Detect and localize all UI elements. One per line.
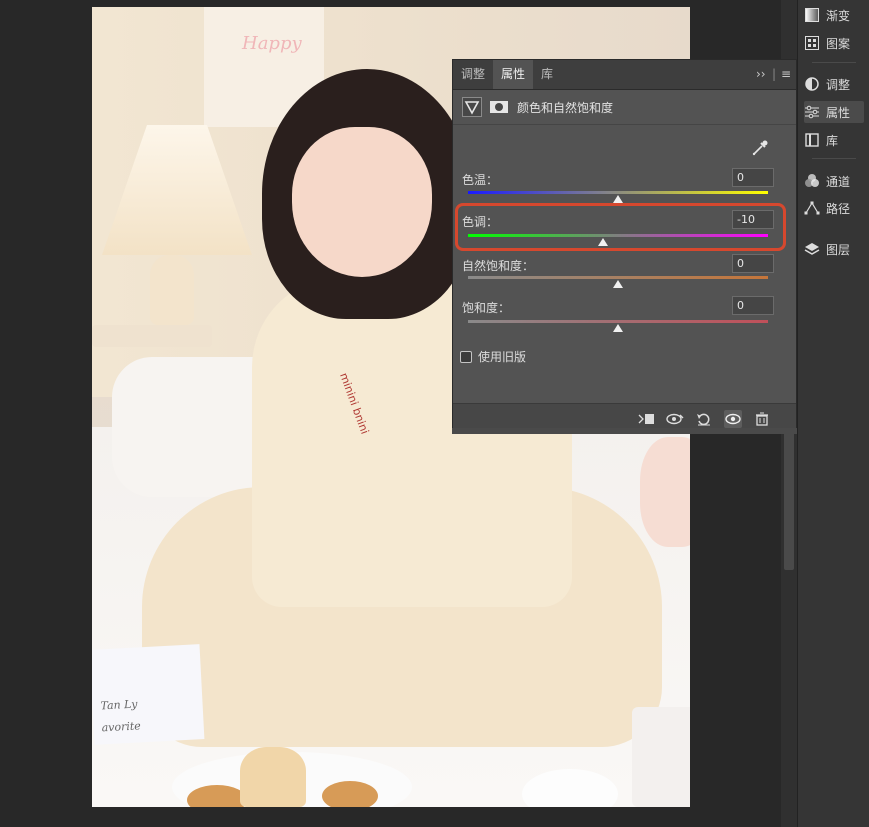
dock-item-label: 通道	[826, 174, 851, 189]
tab-libraries[interactable]: 库	[533, 60, 561, 89]
panel-resize-edge[interactable]	[452, 428, 797, 434]
use-legacy-label: 使用旧版	[478, 350, 527, 364]
dock-item-libraries[interactable]: 库	[804, 129, 864, 151]
layers-icon	[804, 241, 820, 257]
photo-milk-glass	[632, 707, 690, 807]
pattern-icon	[804, 35, 820, 51]
dock-item-gradient[interactable]: 渐变	[804, 4, 864, 26]
temperature-label: 色温：	[462, 173, 499, 187]
saturation-slider-knob[interactable]	[613, 324, 623, 332]
tab-divider: |	[772, 67, 777, 81]
panel-menu-button[interactable]: ≡	[781, 60, 791, 89]
vibrance-slider-track[interactable]	[468, 276, 768, 279]
vibrance-label: 自然饱和度：	[462, 259, 535, 273]
dock-item-label: 图案	[826, 36, 851, 51]
eyedropper-icon[interactable]	[751, 139, 769, 157]
layer-mask-icon[interactable]	[489, 97, 509, 117]
dock-item-layers[interactable]: 图层	[804, 238, 864, 260]
photo-book: Tan Ly avorite	[92, 644, 205, 745]
panel-tab-bar: 调整 属性 库 ›› | ≡	[453, 60, 796, 90]
adjustment-layer-icon	[462, 97, 482, 117]
dock-separator	[812, 62, 856, 63]
delete-icon[interactable]	[753, 410, 771, 428]
use-legacy-option[interactable]: 使用旧版	[460, 348, 526, 365]
dock-item-label: 图层	[826, 242, 851, 257]
tab-properties[interactable]: 属性	[493, 60, 534, 89]
photo-cake	[240, 747, 306, 807]
paths-icon	[804, 200, 820, 216]
dock-item-paths[interactable]: 路径	[804, 197, 864, 219]
dock-item-properties[interactable]: 属性	[804, 101, 864, 123]
adjustments-icon	[804, 76, 820, 92]
vibrance-slider-knob[interactable]	[613, 280, 623, 288]
libraries-icon	[804, 132, 820, 148]
properties-icon	[804, 104, 820, 120]
dock-item-label: 库	[826, 133, 839, 148]
saturation-input[interactable]: 0	[732, 296, 774, 315]
gradient-icon	[804, 7, 820, 23]
clip-to-layer-icon[interactable]	[637, 410, 655, 428]
photo-cookie	[322, 781, 378, 807]
photo-side-table	[92, 325, 212, 347]
temperature-slider-track[interactable]	[468, 191, 768, 194]
photo-lamp-base	[150, 255, 194, 325]
dock-item-pattern[interactable]: 图案	[804, 32, 864, 54]
temperature-slider-knob[interactable]	[613, 195, 623, 203]
dock-item-label: 属性	[826, 105, 851, 120]
collapse-panel-button[interactable]: ››	[756, 60, 766, 89]
reset-icon[interactable]	[695, 410, 713, 428]
saturation-slider-track[interactable]	[468, 320, 768, 323]
tab-adjustments[interactable]: 调整	[453, 60, 493, 89]
photo-plush-bear	[640, 437, 690, 547]
photo-shirt-print: minini bnini	[337, 371, 372, 436]
dock-item-label: 渐变	[826, 8, 851, 23]
dock-separator	[812, 158, 856, 159]
vibrance-input[interactable]: 0	[732, 254, 774, 273]
temperature-input[interactable]: 0	[732, 168, 774, 187]
photo-cookie	[187, 785, 247, 807]
photo-book-text-2: avorite	[101, 719, 142, 735]
photo-book-text-1: Tan Ly	[100, 697, 138, 713]
photo-face	[292, 127, 432, 277]
saturation-label: 饱和度：	[462, 301, 511, 315]
use-legacy-checkbox[interactable]	[460, 350, 472, 363]
dock-item-label: 调整	[826, 77, 851, 92]
scrollbar-thumb[interactable]	[784, 430, 794, 570]
channels-icon	[804, 173, 820, 189]
view-previous-state-icon[interactable]	[666, 410, 684, 428]
properties-title: 颜色和自然饱和度	[517, 101, 614, 115]
dock-item-adjustments[interactable]: 调整	[804, 73, 864, 95]
properties-header: 颜色和自然饱和度	[453, 90, 796, 125]
right-panel-dock: 渐变 图案 调整 属性 库 通道 路径 图层	[797, 0, 869, 827]
dock-item-label: 路径	[826, 201, 851, 216]
photo-poster-text: Happy	[242, 33, 302, 54]
tint-highlight-annotation	[455, 203, 786, 251]
dock-item-channels[interactable]: 通道	[804, 170, 864, 192]
visibility-eye-icon[interactable]	[724, 410, 742, 428]
